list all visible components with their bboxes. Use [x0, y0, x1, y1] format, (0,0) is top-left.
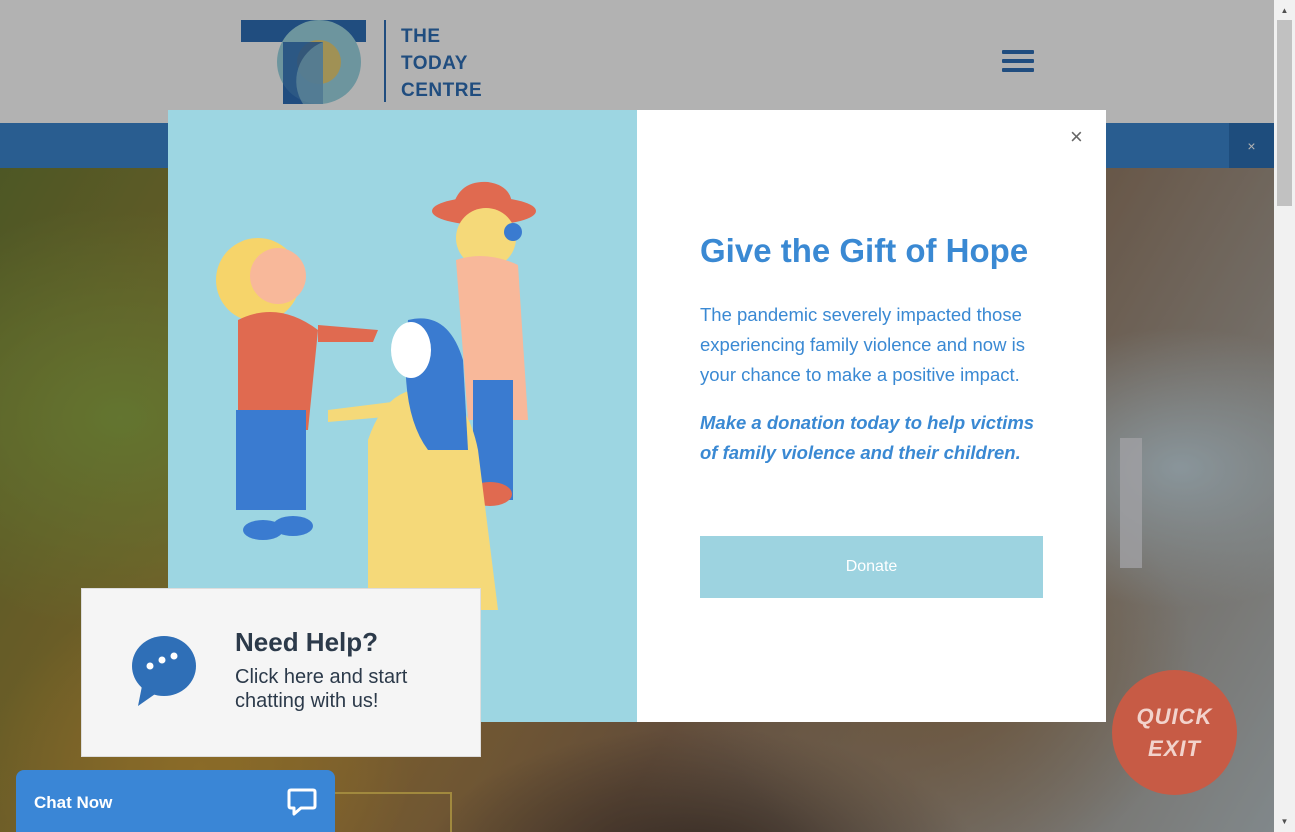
- modal-close-button[interactable]: ×: [1070, 126, 1083, 148]
- scroll-down-arrow[interactable]: ▼: [1274, 813, 1295, 830]
- need-help-title: Need Help?: [235, 627, 379, 657]
- quick-exit-line2: EXIT: [1148, 735, 1201, 761]
- scroll-thumb[interactable]: [1277, 20, 1292, 206]
- modal-content: × Give the Gift of Hope The pandemic sev…: [637, 110, 1106, 722]
- chat-now-label: Chat Now: [34, 793, 113, 812]
- quick-exit-button[interactable]: QUICK EXIT: [1112, 670, 1237, 795]
- need-help-subtitle: Click here and start chatting with us!: [235, 666, 408, 712]
- need-help-widget[interactable]: Need Help? Click here and start chatting…: [81, 588, 481, 757]
- scroll-up-arrow[interactable]: ▲: [1274, 2, 1295, 19]
- scrollbar[interactable]: ▲ ▼: [1274, 0, 1295, 832]
- chat-bubble-icon: [132, 636, 196, 706]
- chat-icon: [287, 788, 317, 816]
- chat-now-bar[interactable]: Chat Now: [16, 770, 335, 832]
- modal-title: Give the Gift of Hope: [700, 232, 1029, 269]
- donate-button[interactable]: Donate: [700, 536, 1043, 598]
- quick-exit-line1: QUICK: [1136, 703, 1213, 729]
- modal-cta-text: Make a donation today to help victims of…: [700, 412, 1035, 463]
- modal-body-text: The pandemic severely impacted those exp…: [700, 304, 1025, 385]
